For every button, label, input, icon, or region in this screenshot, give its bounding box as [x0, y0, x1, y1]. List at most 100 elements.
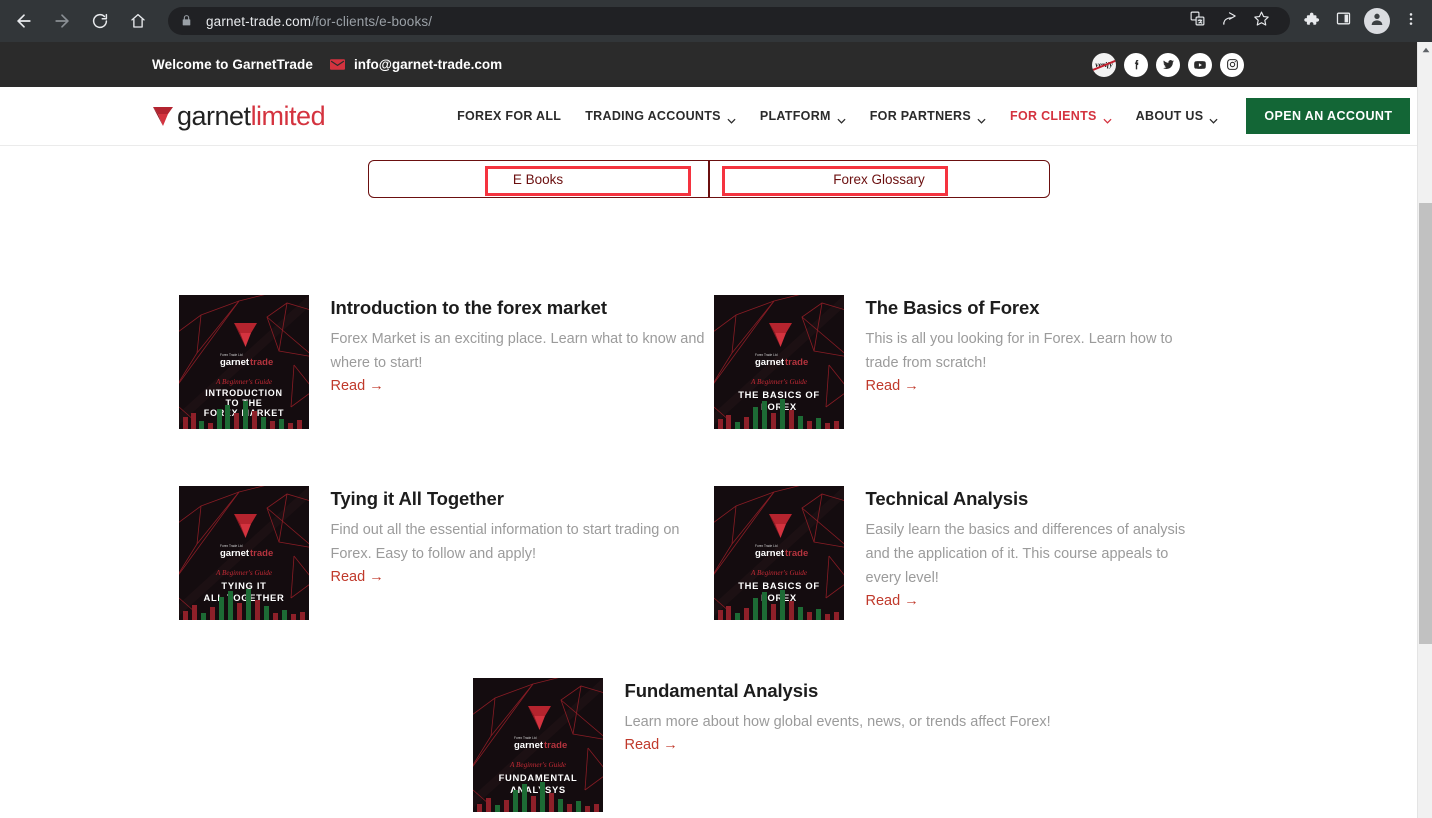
- tab-label: E Books: [512, 171, 564, 187]
- forward-arrow-icon: [52, 11, 72, 31]
- read-link[interactable]: Read →: [331, 378, 384, 394]
- ebooks-last-row: Forex Trade Ltd garnet trade A Beginner'…: [179, 620, 1239, 812]
- home-button[interactable]: [122, 5, 154, 37]
- url-text: garnet-trade.com/for-clients/e-books/: [206, 14, 432, 29]
- back-arrow-icon: [14, 11, 34, 31]
- extensions-button[interactable]: [1296, 6, 1326, 36]
- nav-label: PLATFORM: [759, 109, 831, 123]
- main-navigation: garnet limited FOREX FOR ALL TRADING ACCO…: [0, 87, 1417, 145]
- svg-text:THE BASICS OF: THE BASICS OF: [738, 389, 820, 400]
- email-link[interactable]: info@garnet-trade.com: [354, 57, 502, 72]
- nav-label: FOR PARTNERS: [869, 109, 972, 123]
- chrome-menu-button[interactable]: [1396, 6, 1426, 36]
- nav-item-for-partners[interactable]: FOR PARTNERS: [858, 109, 998, 124]
- svg-text:trade: trade: [785, 357, 808, 368]
- chrome-actions: [1296, 6, 1432, 36]
- social-links: verify: [1092, 52, 1397, 77]
- scrollbar-thumb[interactable]: [1419, 203, 1432, 644]
- chevron-down-icon: [1103, 113, 1112, 124]
- nav-item-for-clients[interactable]: FOR CLIENTS: [998, 109, 1124, 124]
- ebook-title: Fundamental Analysis: [624, 680, 819, 701]
- nav-label: ABOUT US: [1135, 109, 1204, 123]
- translate-button[interactable]: [1182, 7, 1212, 35]
- tab-strip: E Books Forex Glossary: [0, 146, 1417, 198]
- ebook-description: This is all you looking for in Forex. Le…: [865, 331, 1173, 372]
- svg-text:garnet: garnet: [514, 740, 544, 751]
- read-link[interactable]: Read →: [625, 737, 678, 753]
- read-link[interactable]: Read →: [331, 569, 384, 585]
- read-link[interactable]: Read →: [866, 593, 919, 609]
- ebook-text: Technical Analysis Easily learn the basi…: [866, 486, 1194, 620]
- puzzle-icon: [1302, 10, 1320, 33]
- ebook-card[interactable]: Forex Trade Ltd garnet trade A Beginner'…: [178, 486, 714, 620]
- profile-button[interactable]: [1364, 8, 1390, 34]
- twitter-icon[interactable]: [1156, 52, 1180, 77]
- youtube-icon[interactable]: [1188, 52, 1212, 77]
- share-button[interactable]: [1214, 7, 1244, 35]
- logo-text-primary: garnet: [177, 100, 251, 131]
- reload-icon: [91, 12, 109, 30]
- ebook-cover-image: Forex Trade Ltd garnet trade A Beginner'…: [713, 295, 844, 429]
- verify-badge-icon[interactable]: verify: [1092, 52, 1116, 77]
- tab-e-books[interactable]: E Books: [369, 161, 709, 197]
- svg-text:garnet: garnet: [755, 357, 785, 368]
- page-scrollbar[interactable]: [1417, 42, 1432, 818]
- ebook-card[interactable]: Forex Trade Ltd garnet trade A Beginner'…: [178, 295, 714, 429]
- svg-text:ANALYSYS: ANALYSYS: [510, 784, 566, 795]
- open-an-account-button[interactable]: OPEN AN ACCOUNT: [1246, 98, 1411, 134]
- scrollbar-up-arrow[interactable]: [1418, 42, 1432, 57]
- forward-button[interactable]: [46, 5, 78, 37]
- svg-text:trade: trade: [785, 548, 808, 559]
- translate-icon: [1189, 10, 1206, 32]
- ebook-title: Introduction to the forex market: [330, 297, 607, 318]
- facebook-icon[interactable]: [1124, 52, 1148, 77]
- lock-icon: [180, 14, 194, 28]
- address-bar[interactable]: garnet-trade.com/for-clients/e-books/: [168, 7, 1290, 35]
- ebook-card[interactable]: Forex Trade Ltd garnet trade A Beginner'…: [472, 678, 1218, 812]
- chevron-down-icon: [977, 113, 986, 124]
- ebook-text: The Basics of Forex This is all you look…: [866, 295, 1194, 429]
- ebook-text: Introduction to the forex market Forex M…: [331, 295, 714, 429]
- nav-item-platform[interactable]: PLATFORM: [748, 109, 858, 124]
- svg-text:INTRODUCTION: INTRODUCTION: [205, 388, 282, 398]
- logo-text-secondary: limited: [250, 100, 326, 131]
- side-panel-icon: [1335, 10, 1352, 32]
- ebook-description: Find out all the essential information t…: [330, 522, 680, 563]
- site-logo[interactable]: garnet limited: [152, 100, 326, 132]
- ebook-card[interactable]: Forex Trade Ltd garnet trade A Beginner'…: [713, 295, 1194, 429]
- bookmark-button[interactable]: [1246, 7, 1276, 35]
- side-panel-button[interactable]: [1328, 6, 1358, 36]
- instagram-icon[interactable]: [1220, 52, 1244, 77]
- browser-toolbar: garnet-trade.com/for-clients/e-books/: [0, 0, 1432, 42]
- svg-text:garnet: garnet: [220, 357, 250, 368]
- svg-text:THE BASICS OF: THE BASICS OF: [738, 580, 820, 591]
- home-icon: [129, 12, 147, 30]
- svg-text:garnet: garnet: [220, 548, 250, 559]
- ebook-text: Fundamental Analysis Learn more about ho…: [625, 678, 1051, 812]
- ebook-cover-image: Forex Trade Ltd garnet trade A Beginner'…: [178, 295, 309, 429]
- ebook-card[interactable]: Forex Trade Ltd garnet trade A Beginner'…: [713, 486, 1194, 620]
- ebook-title: Tying it All Together: [330, 488, 504, 509]
- ebook-cover-image: Forex Trade Ltd garnet trade A Beginner'…: [713, 486, 844, 620]
- ebook-cover-image: Forex Trade Ltd garnet trade A Beginner'…: [472, 678, 603, 812]
- nav-item-trading-accounts[interactable]: TRADING ACCOUNTS: [573, 109, 748, 124]
- tab-group: E Books Forex Glossary: [367, 160, 1050, 198]
- reload-button[interactable]: [84, 5, 116, 37]
- nav-item-about-us[interactable]: ABOUT US: [1124, 109, 1231, 124]
- chevron-down-icon: [1209, 113, 1218, 124]
- nav-links: FOREX FOR ALL TRADING ACCOUNTS PLATFORM …: [445, 98, 1411, 134]
- url-path: /for-clients/e-books/: [311, 13, 433, 29]
- back-button[interactable]: [8, 5, 40, 37]
- ebook-text: Tying it All Together Find out all the e…: [331, 486, 714, 620]
- chevron-down-icon: [727, 113, 736, 124]
- read-link[interactable]: Read →: [866, 378, 919, 394]
- ebook-title: Technical Analysis: [865, 488, 1029, 509]
- ebook-description: Easily learn the basics and differences …: [865, 522, 1186, 587]
- tab-forex-glossary[interactable]: Forex Glossary: [708, 161, 1049, 197]
- share-icon: [1221, 10, 1238, 32]
- welcome-text: Welcome to GarnetTrade: [152, 57, 313, 72]
- nav-item-forex-for-all[interactable]: FOREX FOR ALL: [445, 109, 573, 123]
- svg-text:A Beginner's Guide: A Beginner's Guide: [749, 569, 807, 577]
- svg-text:FUNDAMENTAL: FUNDAMENTAL: [498, 772, 577, 783]
- profile-avatar-icon: [1369, 11, 1385, 32]
